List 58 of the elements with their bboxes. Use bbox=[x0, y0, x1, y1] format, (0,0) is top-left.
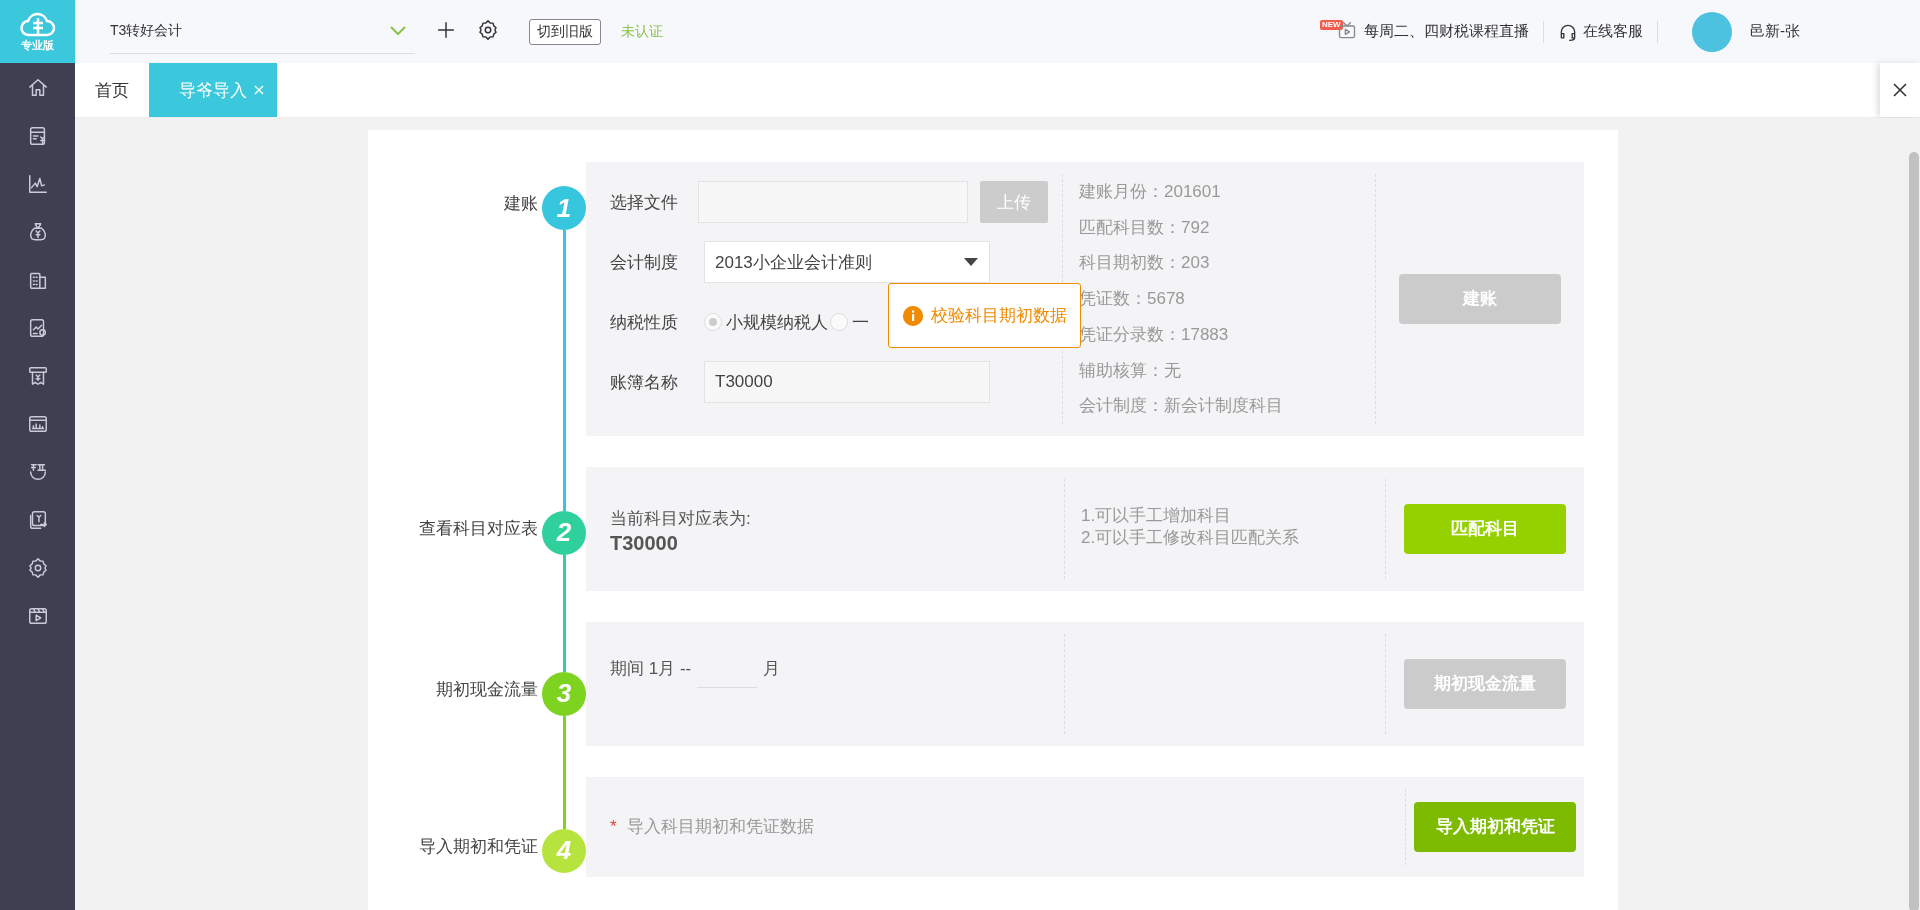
info-text: 凭证数：5678 bbox=[1079, 288, 1186, 311]
step-number: 1 bbox=[542, 186, 586, 230]
avatar[interactable] bbox=[1692, 11, 1732, 52]
step-label: 建账 bbox=[503, 193, 539, 215]
info-text: 会计制度：新会计制度科目 bbox=[1079, 395, 1284, 418]
tooltip-text: 校验科目期初数据 bbox=[930, 305, 1067, 327]
chevron-icon bbox=[389, 25, 407, 37]
field-label: 会计制度 bbox=[610, 251, 679, 274]
info-text: 辅助核算：无 bbox=[1079, 359, 1182, 382]
field-label: 纳税性质 bbox=[610, 311, 679, 334]
accounting-system-dropdown[interactable]: 2013小企业会计准则 bbox=[704, 241, 990, 283]
gear-icon bbox=[26, 557, 49, 579]
old-version-button[interactable]: 切到旧版 bbox=[529, 18, 601, 45]
field-label: 选择文件 bbox=[610, 191, 679, 214]
note-text: 1.可以手工增加科目 bbox=[1081, 504, 1233, 527]
info-text: 科目期初数：203 bbox=[1079, 252, 1211, 275]
step-number: 3 bbox=[542, 671, 586, 716]
note-text: 2.可以手工修改科目匹配关系 bbox=[1081, 526, 1301, 549]
close-button[interactable] bbox=[1880, 63, 1920, 117]
board-chart-icon bbox=[26, 413, 49, 435]
period-label: 期间 1月 -- bbox=[610, 657, 692, 680]
cloud-icon bbox=[19, 10, 56, 37]
info-icon bbox=[902, 305, 923, 326]
mapping-title: 当前科目对应表为: bbox=[610, 507, 752, 530]
field-label: 账簿名称 bbox=[610, 371, 679, 394]
settings-icon bbox=[477, 18, 499, 41]
info-text: 匹配科目数：792 bbox=[1079, 216, 1211, 239]
live-course-link[interactable]: 每周二、四财税课程直播 bbox=[1364, 22, 1529, 41]
close-icon bbox=[1892, 82, 1908, 98]
step-label: 查看科目对应表 bbox=[418, 517, 539, 540]
period-label: 月 bbox=[763, 657, 781, 680]
support-link[interactable]: 在线客服 bbox=[1583, 22, 1643, 41]
step-label: 期初现金流量 bbox=[435, 678, 539, 701]
mapping-value: T30000 bbox=[610, 531, 679, 555]
required-mark: * bbox=[610, 816, 617, 837]
line-chart-icon bbox=[26, 173, 49, 195]
book-name-field[interactable]: T30000 bbox=[704, 361, 990, 403]
radio-label: 一 bbox=[852, 311, 869, 334]
radio-button[interactable] bbox=[830, 313, 848, 331]
radio-label: 小规模纳税人 bbox=[726, 311, 828, 334]
account-dropdown[interactable]: T3转好会计 bbox=[110, 9, 415, 54]
video-icon bbox=[26, 605, 49, 627]
home-icon bbox=[26, 77, 49, 99]
radio-button[interactable] bbox=[704, 313, 722, 331]
close-icon[interactable] bbox=[253, 84, 265, 96]
auth-status: 未认证 bbox=[621, 22, 663, 41]
new-badge: NEW bbox=[1320, 19, 1343, 30]
hint-text: 导入科目期初和凭证数据 bbox=[626, 816, 814, 839]
caret-icon bbox=[963, 257, 979, 267]
scrollbar-thumb[interactable] bbox=[1909, 152, 1919, 910]
info-text: 凭证分录数：17883 bbox=[1079, 323, 1230, 346]
step-label: 导入期初和凭证 bbox=[418, 835, 539, 858]
user-name[interactable]: 邑新-张 bbox=[1750, 22, 1800, 41]
receipt-icon bbox=[26, 365, 49, 387]
info-text: 建账月份：201601 bbox=[1079, 181, 1222, 203]
step-number: 2 bbox=[542, 510, 586, 555]
step-number: 4 bbox=[542, 828, 586, 873]
edition-label: 专业版 bbox=[21, 37, 54, 53]
